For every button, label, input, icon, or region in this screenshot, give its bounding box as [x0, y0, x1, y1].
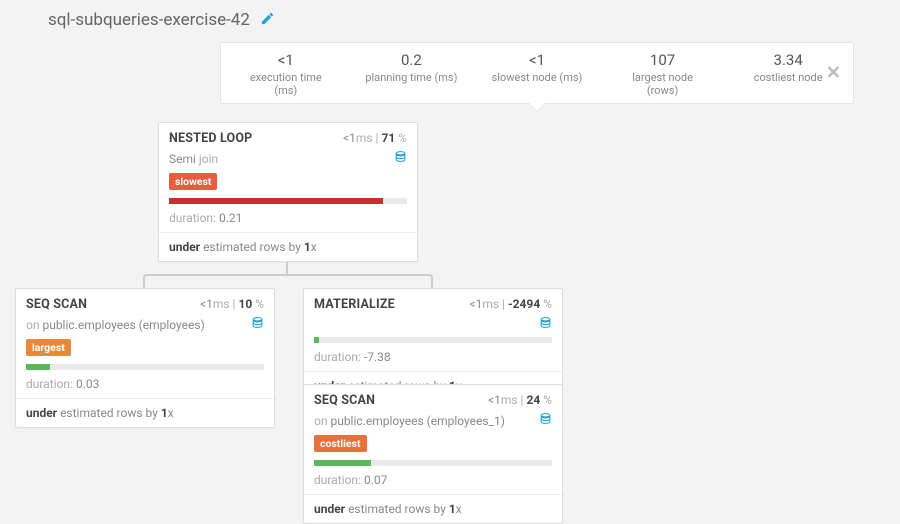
node-title: SEQ SCAN	[314, 393, 375, 408]
stat-value: 107	[616, 51, 710, 69]
node-header: MATERIALIZE <1ms | -2494 %	[304, 289, 562, 316]
header-bar: sql-subqueries-exercise-42	[0, 0, 900, 36]
stat-label: largest node (rows)	[616, 71, 710, 97]
slowest-tag: slowest	[169, 173, 217, 190]
duration-row: duration: 0.03	[16, 370, 274, 398]
cost-bar	[169, 198, 407, 204]
plan-node-seq-scan-employees-1[interactable]: SEQ SCAN <1ms | 24 % on public.employees…	[303, 384, 563, 524]
node-title: SEQ SCAN	[26, 297, 87, 312]
database-icon[interactable]	[251, 316, 264, 333]
duration-row: duration: -7.38	[304, 343, 562, 371]
node-metrics: <1ms | 10 %	[200, 297, 264, 311]
estimate-row: under estimated rows by 1x	[304, 494, 562, 523]
node-header: SEQ SCAN <1ms | 10 %	[16, 289, 274, 316]
node-subinfo: Semi join	[159, 150, 417, 173]
node-subinfo	[304, 316, 562, 335]
node-header: NESTED LOOP <1ms | 71 %	[159, 123, 417, 150]
stat-slowest-node: <1 slowest node (ms)	[490, 51, 584, 97]
costliest-tag: costliest	[314, 435, 367, 452]
stat-planning-time: 0.2 planning time (ms)	[365, 51, 459, 97]
stat-value: 3.34	[741, 51, 835, 69]
node-metrics: <1ms | 71 %	[343, 131, 407, 145]
page-title: sql-subqueries-exercise-42	[48, 10, 250, 30]
node-title: NESTED LOOP	[169, 131, 252, 146]
database-icon[interactable]	[539, 412, 552, 429]
stat-value: 0.2	[365, 51, 459, 69]
stat-execution-time: <1 execution time (ms)	[239, 51, 333, 97]
cost-bar	[314, 337, 552, 343]
node-header: SEQ SCAN <1ms | 24 %	[304, 385, 562, 412]
node-subinfo: on public.employees (employees)	[16, 316, 274, 339]
database-icon[interactable]	[394, 150, 407, 167]
node-metrics: <1ms | 24 %	[488, 393, 552, 407]
stat-label: slowest node (ms)	[490, 71, 584, 84]
plan-node-seq-scan-employees[interactable]: SEQ SCAN <1ms | 10 % on public.employees…	[15, 288, 275, 428]
stat-value: <1	[490, 51, 584, 69]
database-icon[interactable]	[539, 316, 552, 333]
plan-canvas: NESTED LOOP <1ms | 71 % Semi join slowes…	[0, 104, 900, 524]
duration-row: duration: 0.07	[304, 466, 562, 494]
stats-bar: <1 execution time (ms) 0.2 planning time…	[220, 42, 854, 104]
node-subinfo: on public.employees (employees_1)	[304, 412, 562, 435]
cost-bar	[314, 460, 552, 466]
stat-costliest-node: 3.34 costliest node	[741, 51, 835, 97]
stat-label: execution time (ms)	[239, 71, 333, 97]
cost-bar	[26, 364, 264, 370]
node-title: MATERIALIZE	[314, 297, 395, 312]
estimate-row: under estimated rows by 1x	[16, 398, 274, 427]
duration-row: duration: 0.21	[159, 204, 417, 232]
estimate-row: under estimated rows by 1x	[159, 232, 417, 261]
connector	[286, 260, 288, 274]
stat-label: costliest node	[741, 71, 835, 84]
stat-label: planning time (ms)	[365, 71, 459, 84]
stat-largest-node: 107 largest node (rows)	[616, 51, 710, 97]
edit-title-icon[interactable]	[260, 11, 275, 30]
close-stats-icon[interactable]: ✕	[826, 63, 841, 84]
stat-value: <1	[239, 51, 333, 69]
node-metrics: <1ms | -2494 %	[469, 297, 552, 311]
plan-node-nested-loop[interactable]: NESTED LOOP <1ms | 71 % Semi join slowes…	[158, 122, 418, 262]
largest-tag: largest	[26, 339, 71, 356]
connector	[143, 274, 433, 288]
